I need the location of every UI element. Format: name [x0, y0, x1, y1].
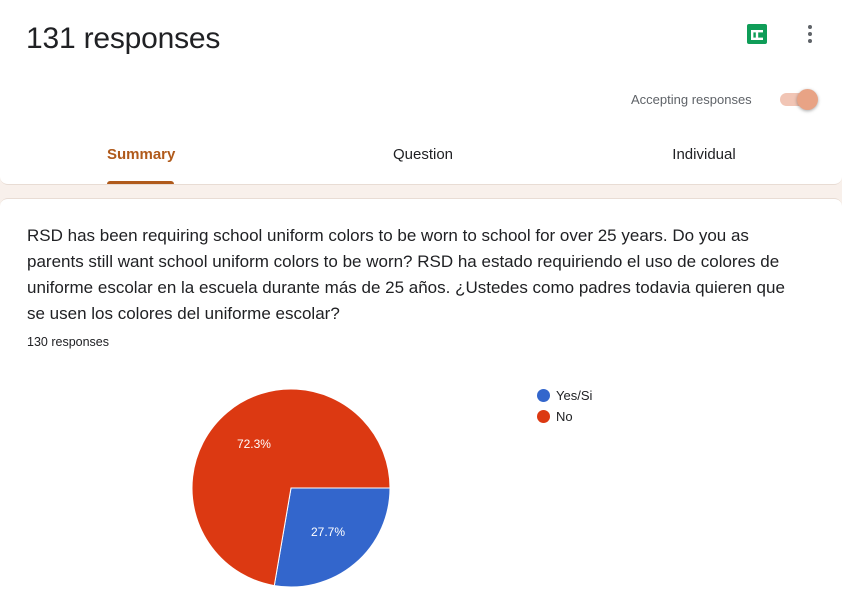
legend-label-yes: Yes/Si: [556, 388, 593, 403]
legend-item-no[interactable]: No: [537, 406, 592, 427]
question-response-count: 130 responses: [27, 335, 110, 349]
chart-legend: Yes/Si No: [537, 385, 592, 427]
toggle-thumb: [797, 89, 818, 110]
sheets-icon: [747, 24, 767, 44]
tab-summary[interactable]: Summary: [107, 146, 176, 184]
tab-individual-label: Individual: [672, 146, 736, 163]
active-tab-indicator: [107, 181, 174, 184]
question-text: RSD has been requiring school uniform co…: [27, 226, 785, 323]
question-card: RSD has been requiring school uniform co…: [0, 198, 842, 599]
legend-dot-yes: [537, 389, 550, 402]
pie-chart: 27.7% 72.3%: [191, 388, 391, 588]
pie-label-no: 72.3%: [237, 437, 271, 451]
tab-individual[interactable]: Individual: [664, 146, 744, 184]
more-options-button[interactable]: [794, 18, 826, 50]
pie-label-yes: 27.7%: [311, 525, 345, 539]
legend-dot-no: [537, 410, 550, 423]
accepting-responses-label: Accepting responses: [631, 92, 752, 107]
page-title: 131 responses: [26, 22, 221, 55]
more-vert-icon: [808, 25, 812, 43]
tab-summary-label: Summary: [107, 146, 176, 163]
sheets-button[interactable]: [741, 18, 773, 50]
legend-label-no: No: [556, 409, 573, 424]
accepting-responses-toggle[interactable]: [777, 87, 821, 111]
legend-item-yes[interactable]: Yes/Si: [537, 385, 592, 406]
tab-question-label: Question: [392, 146, 454, 163]
tab-question[interactable]: Question: [385, 146, 461, 184]
header-card: 131 responses Accepting responses Summar…: [0, 0, 842, 185]
